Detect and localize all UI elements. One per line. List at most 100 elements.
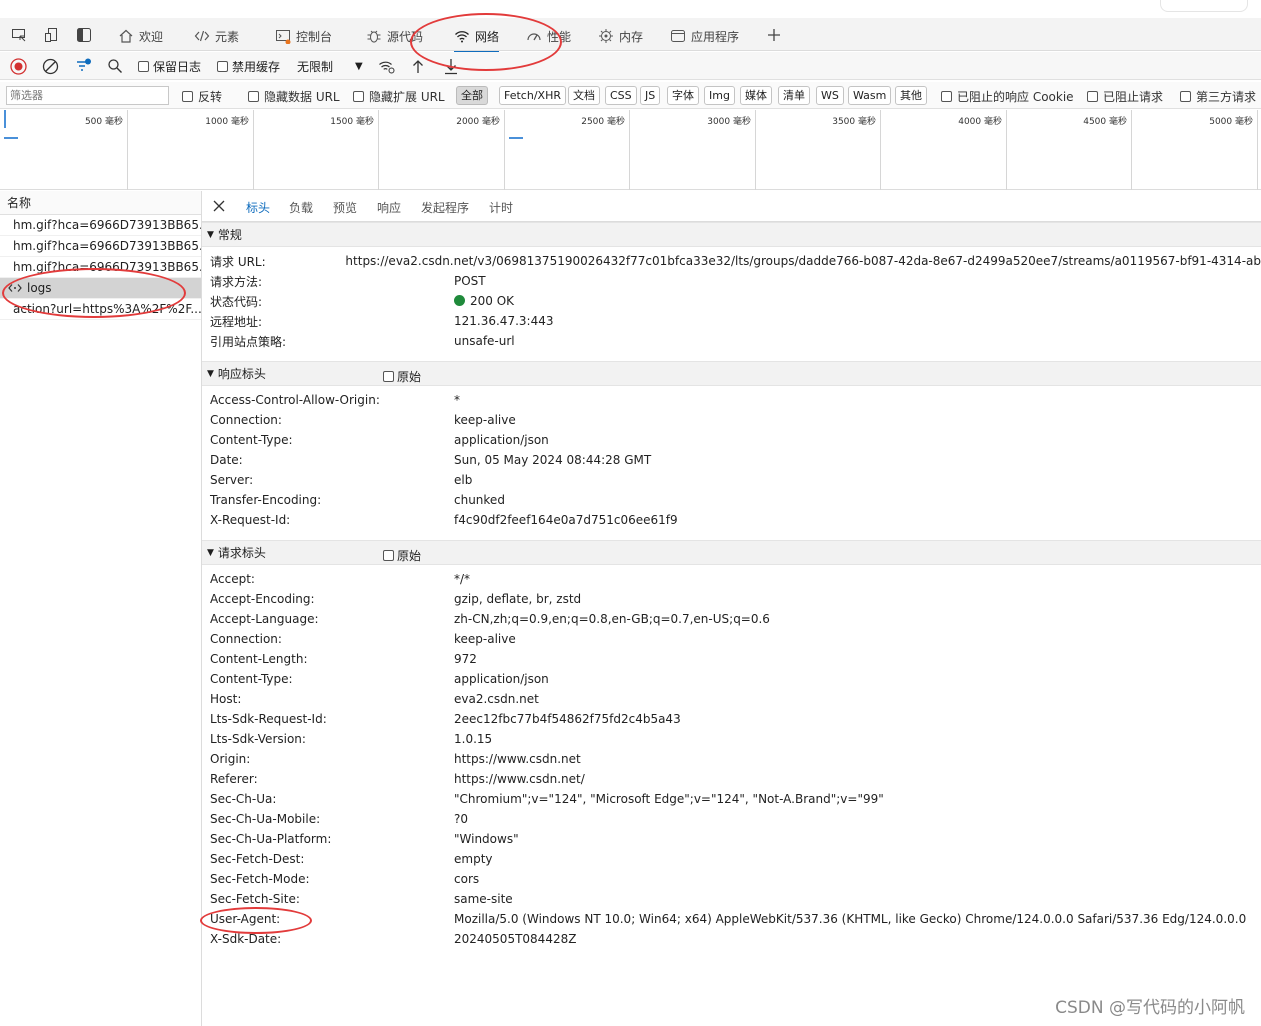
header-key: Date:: [210, 453, 243, 467]
raw-toggle-checkbox[interactable]: 原始: [383, 368, 421, 385]
header-value: empty: [454, 852, 493, 866]
filter-chip-img[interactable]: Img: [704, 86, 735, 105]
invert-checkbox[interactable]: 反转: [182, 87, 222, 105]
request-row[interactable]: hm.gif?hca=6966D73913BB65...: [0, 257, 201, 278]
header-key: Host:: [210, 692, 242, 706]
filter-chip-js[interactable]: JS: [640, 86, 661, 105]
name-column-header[interactable]: 名称: [0, 191, 201, 215]
hide-data-url-checkbox[interactable]: 隐藏数据 URL: [248, 87, 340, 105]
timeline-tick: 3000 毫秒: [630, 110, 756, 190]
checkbox-box[interactable]: [138, 60, 149, 72]
preserve-log-checkbox[interactable]: 保留日志: [138, 57, 201, 75]
section-title: 请求标头: [217, 546, 266, 560]
header-key: Sec-Fetch-Mode:: [210, 872, 310, 886]
general-section-header[interactable]: ▼ 常规: [202, 222, 1261, 247]
header-row: X-Request-Id: f4c90df2feef164e0a7d751c06e…: [202, 510, 1261, 530]
filter-chip-other[interactable]: 其他: [895, 86, 927, 105]
checkbox-box[interactable]: [383, 550, 394, 561]
filter-chip-font[interactable]: 字体: [667, 86, 699, 105]
request-headers-header[interactable]: ▼ 请求标头 原始: [202, 540, 1261, 565]
tick-label: 1500 毫秒: [330, 117, 374, 127]
header-row: 引用站点策略: unsafe-url: [202, 331, 1261, 351]
request-row[interactable]: action?url=https%3A%2F%2F...: [0, 299, 201, 320]
tab-response[interactable]: 响应: [377, 199, 401, 216]
disable-cache-checkbox[interactable]: 禁用缓存: [217, 57, 280, 75]
record-button[interactable]: [10, 57, 27, 75]
tab-timing[interactable]: 计时: [489, 199, 513, 216]
tab-payload[interactable]: 负载: [289, 199, 313, 216]
checkbox-box[interactable]: [1180, 90, 1191, 102]
header-value: eva2.csdn.net: [454, 692, 539, 706]
header-key: X-Sdk-Date:: [210, 932, 282, 946]
network-overview-timeline[interactable]: 500 毫秒 1000 毫秒 1500 毫秒 2000 毫秒 2500 毫秒 3…: [0, 110, 1261, 190]
tab-performance[interactable]: 性能: [526, 24, 571, 48]
header-key: 请求方法:: [210, 274, 263, 289]
header-row: Referer: https://www.csdn.net/: [202, 769, 1261, 789]
filter-chip-doc[interactable]: 文档: [568, 86, 600, 105]
header-key: Referer:: [210, 772, 258, 786]
request-name: action?url=https%3A%2F%2F...: [13, 302, 201, 316]
checkbox-box[interactable]: [182, 90, 193, 102]
third-party-checkbox[interactable]: 第三方请求: [1180, 87, 1256, 105]
general-section: ▼ 常规 请求 URL: https://eva2.csdn.net/v3/0698…: [202, 222, 1261, 351]
device-emulation-icon[interactable]: [42, 26, 60, 44]
tab-application[interactable]: 应用程序: [670, 24, 739, 48]
header-row: Sec-Ch-Ua-Platform: "Windows": [202, 829, 1261, 849]
checkbox-box[interactable]: [248, 90, 259, 102]
filter-chip-media[interactable]: 媒体: [740, 86, 772, 105]
filter-chip-fetch-xhr[interactable]: Fetch/XHR: [499, 86, 566, 105]
header-value: Sun, 05 May 2024 08:44:28 GMT: [454, 453, 652, 467]
checkbox-box[interactable]: [941, 90, 952, 102]
filter-toggle-button[interactable]: [75, 57, 92, 75]
header-row: Lts-Sdk-Version: 1.0.15: [202, 729, 1261, 749]
tab-console[interactable]: 控制台: [275, 24, 332, 48]
tab-welcome[interactable]: 欢迎: [118, 24, 163, 48]
throttle-select[interactable]: 无限制 ▼: [297, 57, 363, 75]
window-controls: [1160, 0, 1248, 12]
tab-memory[interactable]: 内存: [598, 24, 643, 48]
dock-sidebar-icon[interactable]: [75, 26, 93, 44]
hide-ext-url-checkbox[interactable]: 隐藏扩展 URL: [353, 87, 445, 105]
checkbox-box[interactable]: [217, 60, 228, 72]
close-icon[interactable]: [212, 199, 226, 216]
clear-button[interactable]: [42, 57, 59, 75]
response-headers-section: ▼ 响应标头 原始 Access-Control-Allow-Origin: * Co…: [202, 361, 1261, 530]
response-headers-header[interactable]: ▼ 响应标头 原始: [202, 361, 1261, 386]
raw-toggle-checkbox[interactable]: 原始: [383, 547, 421, 564]
timeline-tick: 4500 毫秒: [1007, 110, 1132, 190]
tab-preview[interactable]: 预览: [333, 199, 357, 216]
request-row[interactable]: hm.gif?hca=6966D73913BB65...: [0, 236, 201, 257]
tab-sources[interactable]: 源代码: [366, 24, 423, 48]
search-button[interactable]: [107, 57, 123, 75]
detail-tabbar: 标头 负载 预览 响应 发起程序 计时: [202, 191, 1261, 224]
timeline-tick: 3500 毫秒: [756, 110, 881, 190]
filter-chip-all[interactable]: 全部: [456, 86, 488, 105]
tab-headers[interactable]: 标头: [236, 199, 280, 224]
header-value: keep-alive: [454, 632, 516, 646]
filter-chip-ws[interactable]: WS: [816, 86, 844, 105]
filter-chip-wasm[interactable]: Wasm: [848, 86, 892, 105]
header-row: Access-Control-Allow-Origin: *: [202, 390, 1261, 410]
blocked-requests-checkbox[interactable]: 已阻止请求: [1087, 87, 1163, 105]
import-har-button[interactable]: [410, 57, 426, 75]
filter-chip-manifest[interactable]: 清单: [778, 86, 810, 105]
timeline-tick: 1000 毫秒: [128, 110, 254, 190]
request-row[interactable]: hm.gif?hca=6966D73913BB65...: [0, 215, 201, 236]
tab-elements[interactable]: 元素: [194, 24, 239, 48]
request-detail-pane: 标头 负载 预览 响应 发起程序 计时 ▼ 常规 请求 URL: https://e…: [202, 191, 1261, 1026]
filter-chip-css[interactable]: CSS: [605, 86, 637, 105]
inspect-element-icon[interactable]: [10, 26, 28, 44]
tab-initiator[interactable]: 发起程序: [421, 199, 469, 216]
network-conditions-button[interactable]: [378, 57, 396, 75]
blocked-cookies-checkbox[interactable]: 已阻止的响应 Cookie: [941, 87, 1074, 105]
header-key: 远程地址:: [210, 314, 263, 329]
checkbox-box[interactable]: [353, 90, 364, 102]
section-title: 常规: [217, 228, 242, 242]
filter-input[interactable]: 筛选器: [6, 86, 169, 105]
add-tab-icon[interactable]: [765, 26, 783, 44]
request-row-selected[interactable]: logs: [0, 278, 201, 299]
export-har-button[interactable]: [443, 57, 459, 75]
checkbox-box[interactable]: [1087, 90, 1098, 102]
tab-network[interactable]: 网络: [454, 24, 500, 53]
checkbox-box[interactable]: [383, 371, 394, 382]
